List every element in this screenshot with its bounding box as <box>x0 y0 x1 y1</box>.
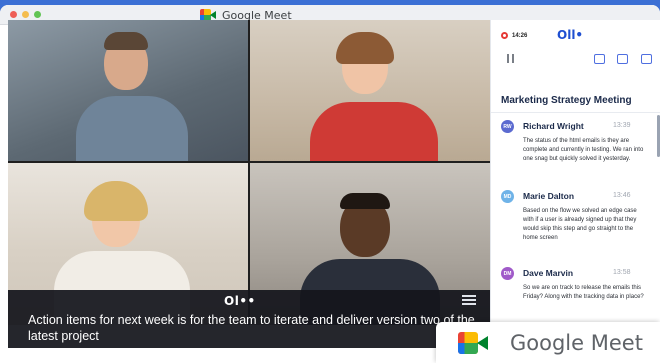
timestamp: 13:58 <box>613 269 631 276</box>
avatar: MD <box>501 190 514 203</box>
transcript-panel: 14:26 Oll• Marketing Strategy Meeting RW… <box>490 20 660 358</box>
transcript-text: So we are on track to release the emails… <box>523 285 644 300</box>
timestamp: 13:46 <box>613 192 631 199</box>
panel-divider <box>491 112 660 113</box>
google-meet-badge: Google Meet <box>436 322 660 363</box>
meeting-title: Marketing Strategy Meeting <box>501 95 632 106</box>
notes-icon[interactable] <box>594 54 605 64</box>
avatar: DM <box>501 267 514 280</box>
caption-text: Action items for next week is for the te… <box>28 313 475 343</box>
speaker-name: Marie Dalton <box>523 191 575 201</box>
speaker-name: Dave Marvin <box>523 268 574 278</box>
live-caption-bar: Ol•• Action items for next week is for t… <box>8 290 490 348</box>
transcript-entry: DM Dave Marvin 13:58 So we are on track … <box>501 267 651 327</box>
avatar: RW <box>501 120 514 133</box>
video-grid <box>8 20 490 325</box>
caption-settings-icon[interactable] <box>462 294 476 306</box>
participant-2-figure <box>300 30 450 161</box>
badge-text: Google Meet <box>510 331 643 355</box>
record-icon <box>501 32 508 39</box>
share-icon[interactable] <box>641 54 652 64</box>
minimize-window-button[interactable] <box>22 11 29 18</box>
transcript-entry: MD Marie Dalton 13:46 Based on the flow … <box>501 190 651 262</box>
recording-time: 14:26 <box>512 32 528 39</box>
transcript-text: Based on the flow we solved an edge case… <box>523 208 637 241</box>
captions-icon[interactable] <box>617 54 628 64</box>
caption-brand-logo: Ol•• <box>224 294 256 308</box>
google-meet-logo-icon <box>458 332 488 354</box>
pause-icon[interactable] <box>507 54 514 63</box>
participant-1-figure <box>68 30 198 161</box>
participant-video-2[interactable] <box>250 20 490 161</box>
maximize-window-button[interactable] <box>34 11 41 18</box>
speaker-name: Richard Wright <box>523 121 584 131</box>
transcript-entry: RW Richard Wright 13:39 The status of th… <box>501 120 651 182</box>
timestamp: 13:39 <box>613 122 631 129</box>
panel-brand-logo: Oll• <box>557 28 584 42</box>
close-window-button[interactable] <box>10 11 17 18</box>
transcript-text: The status of the html emails is they ar… <box>523 138 644 162</box>
participant-video-1[interactable] <box>8 20 248 161</box>
recording-indicator: 14:26 <box>501 32 527 39</box>
